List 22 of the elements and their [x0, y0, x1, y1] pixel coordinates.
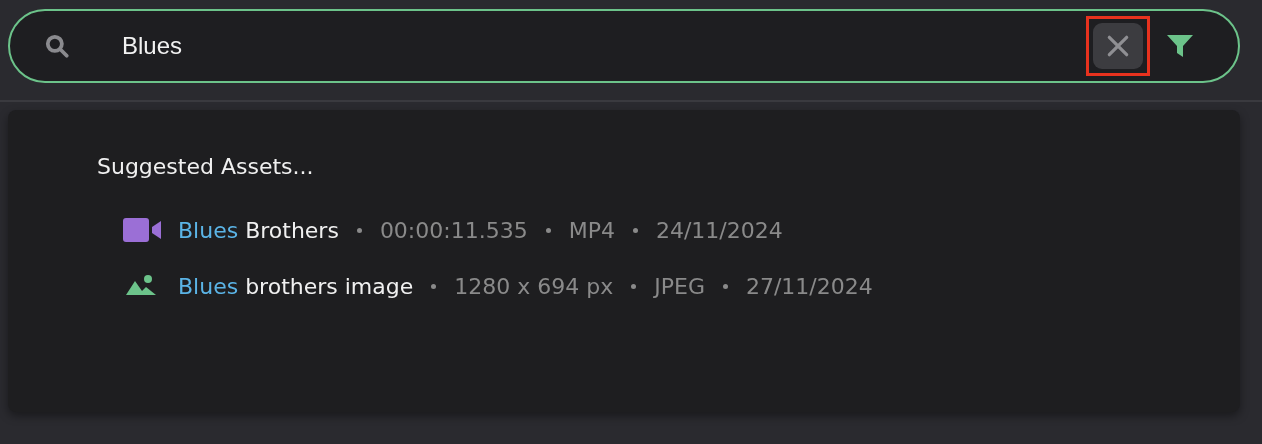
asset-detail: 00:00:11.535	[379, 217, 528, 243]
separator-dot	[545, 227, 551, 233]
separator-dot	[722, 283, 728, 289]
search-input[interactable]: Blues	[122, 32, 1086, 60]
clear-button[interactable]	[1093, 23, 1143, 69]
close-icon	[1105, 33, 1131, 59]
asset-name[interactable]: Blues Brothers	[178, 217, 339, 243]
asset-detail: JPEG	[654, 273, 705, 299]
filter-icon[interactable]	[1166, 32, 1194, 60]
video-camera-icon	[122, 217, 162, 243]
separator-dot	[632, 227, 638, 233]
separator-dot	[431, 283, 437, 289]
asset-name[interactable]: Blues brothers image	[178, 273, 414, 299]
asset-detail: 24/11/2024	[655, 217, 783, 243]
search-icon	[44, 33, 70, 59]
separator-dot	[356, 227, 362, 233]
suggestions-heading: Suggested Assets...	[97, 154, 315, 179]
search-field[interactable]: Blues	[8, 9, 1240, 83]
asset-detail: MP4	[568, 217, 615, 243]
asset-detail: 27/11/2024	[745, 273, 873, 299]
asset-detail: 1280 x 694 px	[454, 273, 614, 299]
separator-dot	[631, 283, 637, 289]
